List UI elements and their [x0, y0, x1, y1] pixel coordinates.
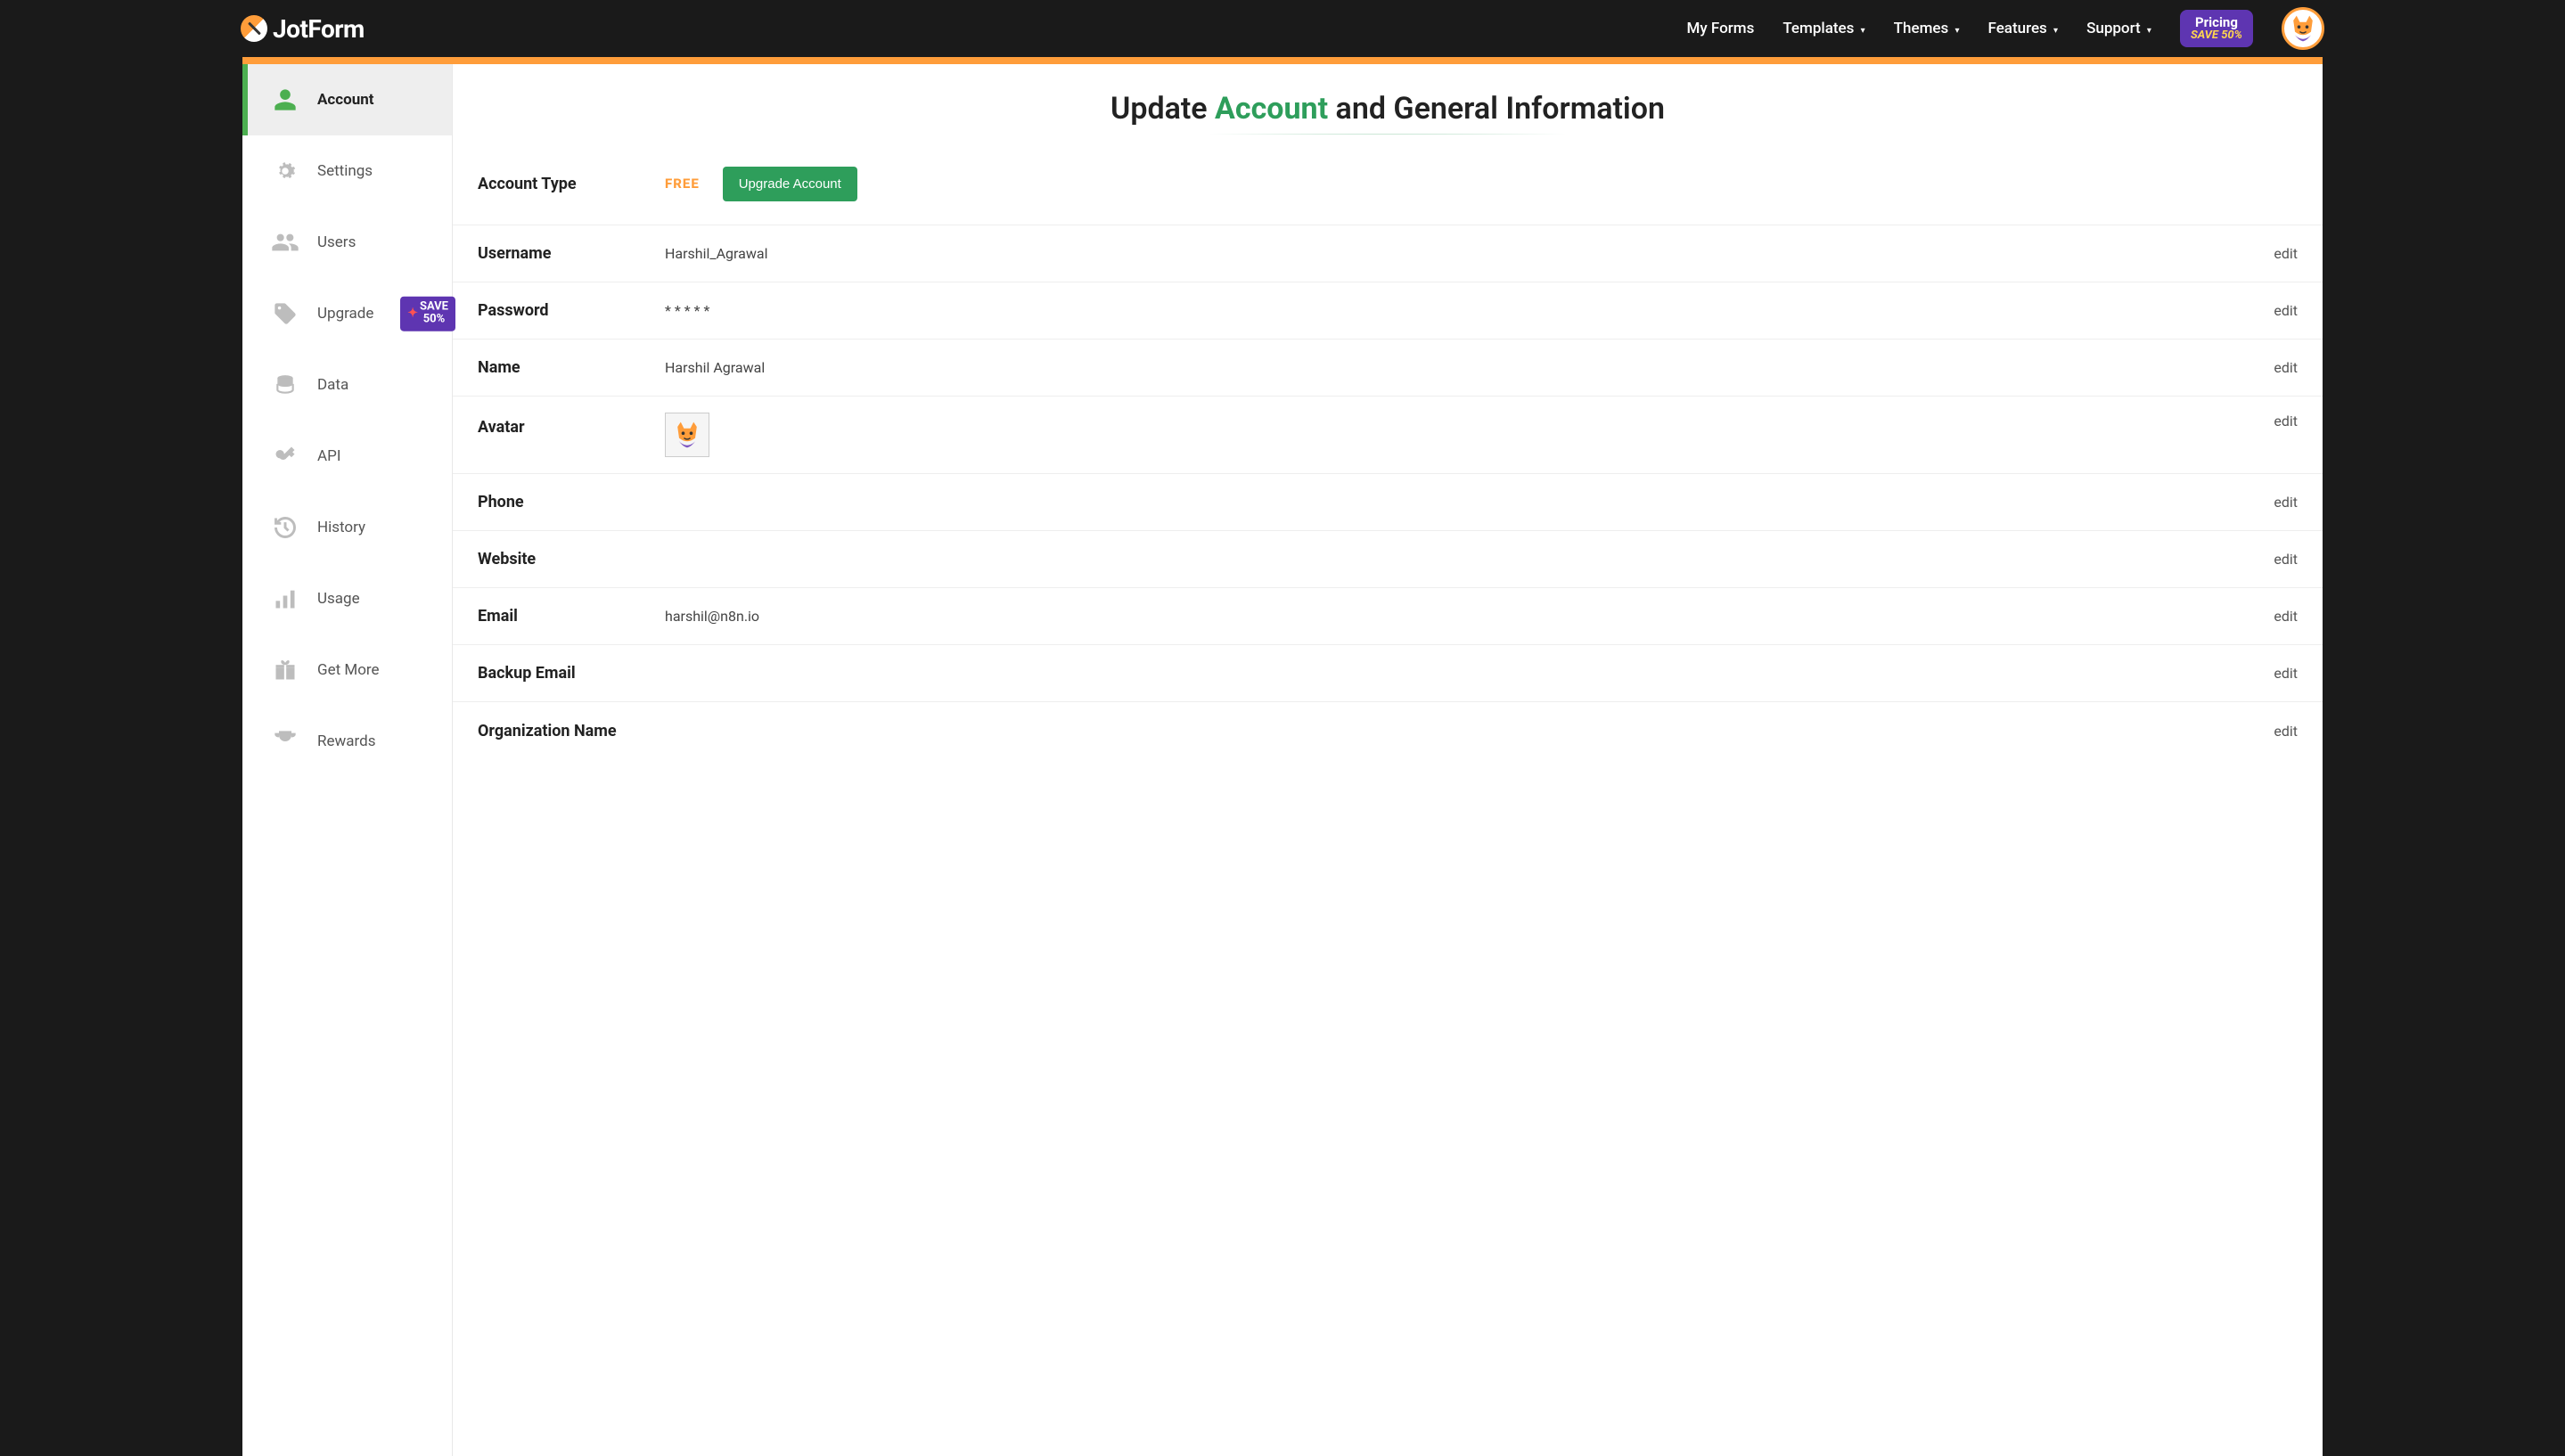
label-avatar: Avatar: [478, 413, 665, 437]
edit-org-name[interactable]: edit: [2274, 723, 2298, 740]
nav-my-forms[interactable]: My Forms: [1687, 20, 1755, 37]
sidebar-item-usage[interactable]: Usage: [242, 563, 452, 634]
label-email: Email: [478, 607, 665, 626]
row-avatar: Avatar edit: [453, 397, 2323, 474]
value-username: Harshil_Agrawal: [665, 245, 2274, 262]
page-title: Update Account and General Information: [453, 91, 2323, 127]
row-org-name: Organization Name edit: [453, 702, 2323, 759]
chevron-down-icon: ▾: [1861, 26, 1865, 36]
label-username: Username: [478, 244, 665, 263]
label-account-type: Account Type: [478, 175, 665, 193]
pricing-title: Pricing: [2191, 15, 2242, 30]
sidebar-item-history[interactable]: History: [242, 492, 452, 563]
heading-divider: [1178, 134, 1597, 135]
save-badge: ✦ SAVE 50%: [400, 297, 455, 331]
sidebar-item-data[interactable]: Data: [242, 349, 452, 421]
value-email: harshil@n8n.io: [665, 608, 2274, 625]
label-org-name: Organization Name: [478, 722, 665, 740]
sidebar-item-get-more[interactable]: Get More: [242, 634, 452, 706]
chevron-down-icon: ▾: [2053, 26, 2058, 36]
sidebar-label: Get More: [317, 661, 380, 679]
sidebar-label: Account: [317, 91, 374, 109]
edit-username[interactable]: edit: [2274, 245, 2298, 262]
sidebar: Account Settings Users Upgrade ✦ SAVE 5: [242, 64, 453, 1456]
label-backup-email: Backup Email: [478, 664, 665, 683]
sidebar-item-api[interactable]: API: [242, 421, 452, 492]
bar-chart-icon: [271, 585, 299, 613]
main-content: Update Account and General Information A…: [453, 64, 2323, 1456]
pricing-subtitle: SAVE 50%: [2191, 29, 2242, 42]
rocket-icon: ✦: [407, 307, 418, 320]
content-wrapper: Account Settings Users Upgrade ✦ SAVE 5: [242, 57, 2323, 1456]
value-account-type: FREE Upgrade Account: [665, 167, 2298, 201]
users-icon: [271, 228, 299, 257]
row-password: Password * * * * * edit: [453, 282, 2323, 339]
sidebar-item-upgrade[interactable]: Upgrade ✦ SAVE 50%: [242, 278, 452, 349]
top-nav: My Forms Templates ▾ Themes ▾ Features ▾…: [1687, 7, 2324, 50]
row-name: Name Harshil Agrawal edit: [453, 339, 2323, 397]
sidebar-item-settings[interactable]: Settings: [242, 135, 452, 207]
nav-templates[interactable]: Templates ▾: [1782, 20, 1864, 37]
fox-avatar-icon: [671, 419, 703, 451]
nav-support[interactable]: Support ▾: [2086, 20, 2151, 37]
sidebar-label: Upgrade: [317, 305, 373, 323]
sidebar-label: Settings: [317, 162, 373, 180]
value-name: Harshil Agrawal: [665, 359, 2274, 376]
pricing-button[interactable]: Pricing SAVE 50%: [2180, 10, 2253, 48]
sidebar-label: Data: [317, 376, 348, 394]
edit-phone[interactable]: edit: [2274, 494, 2298, 511]
database-icon: [271, 371, 299, 399]
history-icon: [271, 513, 299, 542]
sidebar-label: API: [317, 447, 340, 465]
sidebar-item-account[interactable]: Account: [242, 64, 452, 135]
gift-icon: [271, 656, 299, 684]
avatar-image: [665, 413, 709, 457]
fox-avatar-icon: [2287, 12, 2319, 45]
sidebar-item-rewards[interactable]: Rewards: [242, 706, 452, 756]
sidebar-label: Rewards: [317, 732, 375, 750]
trophy-icon: [271, 727, 299, 756]
value-password: * * * * *: [665, 302, 2274, 319]
label-name: Name: [478, 358, 665, 377]
row-backup-email: Backup Email edit: [453, 645, 2323, 702]
gear-icon: [271, 157, 299, 185]
chevron-down-icon: ▾: [1954, 26, 1959, 36]
edit-password[interactable]: edit: [2274, 302, 2298, 319]
row-email: Email harshil@n8n.io edit: [453, 588, 2323, 645]
logo[interactable]: JotForm: [241, 14, 365, 44]
logo-icon: [241, 15, 267, 42]
chevron-down-icon: ▾: [2147, 26, 2151, 36]
label-phone: Phone: [478, 493, 665, 511]
user-avatar-button[interactable]: [2282, 7, 2324, 50]
top-header: JotForm My Forms Templates ▾ Themes ▾ Fe…: [0, 0, 2565, 57]
tag-icon: [271, 299, 299, 328]
sidebar-item-users[interactable]: Users: [242, 207, 452, 278]
upgrade-account-button[interactable]: Upgrade Account: [723, 167, 857, 201]
edit-email[interactable]: edit: [2274, 608, 2298, 625]
nav-themes[interactable]: Themes ▾: [1894, 20, 1960, 37]
row-website: Website edit: [453, 531, 2323, 588]
label-website: Website: [478, 550, 665, 568]
row-phone: Phone edit: [453, 474, 2323, 531]
edit-avatar[interactable]: edit: [2274, 413, 2298, 429]
row-username: Username Harshil_Agrawal edit: [453, 225, 2323, 282]
value-avatar: [665, 413, 2274, 457]
key-icon: [271, 442, 299, 470]
sidebar-label: Users: [317, 233, 356, 251]
edit-name[interactable]: edit: [2274, 359, 2298, 376]
edit-backup-email[interactable]: edit: [2274, 665, 2298, 682]
label-password: Password: [478, 301, 665, 320]
person-icon: [271, 86, 299, 114]
sidebar-label: History: [317, 519, 365, 536]
sidebar-label: Usage: [317, 590, 360, 608]
edit-website[interactable]: edit: [2274, 551, 2298, 568]
logo-text: JotForm: [273, 14, 365, 44]
row-account-type: Account Type FREE Upgrade Account: [453, 160, 2323, 225]
free-badge: FREE: [665, 176, 700, 192]
nav-features[interactable]: Features ▾: [1988, 20, 2059, 37]
